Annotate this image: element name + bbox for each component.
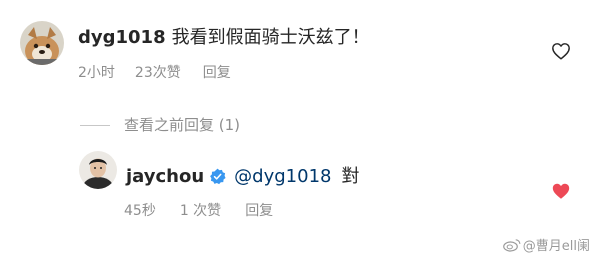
reply-likes[interactable]: 1 次赞 <box>180 203 221 219</box>
watermark-text: @曹月ell阑 <box>522 239 590 254</box>
avatar[interactable] <box>79 151 117 189</box>
comment-thread: dyg1018 我看到假面骑士沃兹了！ 2小时 23次赞 回复 查看之前回复 (1) … <box>0 0 600 258</box>
user-avatar-image <box>79 151 117 189</box>
reply-meta: 45秒 1 次赞 回复 <box>124 200 273 220</box>
comment-text: 我看到假面骑士沃兹了！ <box>171 27 370 48</box>
weibo-logo-icon <box>502 239 521 252</box>
comment-meta: 2小时 23次赞 回复 <box>78 62 231 82</box>
heart-outline-icon[interactable] <box>551 42 571 60</box>
reply-mention[interactable]: @dyg1018 <box>234 166 331 187</box>
comment-time: 2小时 <box>78 65 115 81</box>
reply-time: 45秒 <box>124 203 156 219</box>
avatar[interactable] <box>20 21 64 65</box>
dog-avatar-image <box>20 21 64 65</box>
comment-likes[interactable]: 23次赞 <box>135 65 181 81</box>
comment-username[interactable]: dyg1018 <box>78 27 166 48</box>
view-previous-replies-button[interactable]: 查看之前回复 (1) <box>124 114 240 135</box>
reply-header: jaychou @dyg1018 對 <box>126 162 359 188</box>
heart-filled-icon[interactable] <box>551 182 571 200</box>
watermark: @曹月ell阑 <box>502 235 590 254</box>
reply-username[interactable]: jaychou <box>126 166 204 187</box>
verified-badge-icon <box>210 168 226 185</box>
replies-divider <box>80 125 110 126</box>
reply-text: 對 <box>341 166 360 187</box>
reply-reply-button[interactable]: 回复 <box>245 203 273 219</box>
reply-button[interactable]: 回复 <box>203 65 231 81</box>
comment-header: dyg1018 我看到假面骑士沃兹了！ <box>78 23 370 49</box>
